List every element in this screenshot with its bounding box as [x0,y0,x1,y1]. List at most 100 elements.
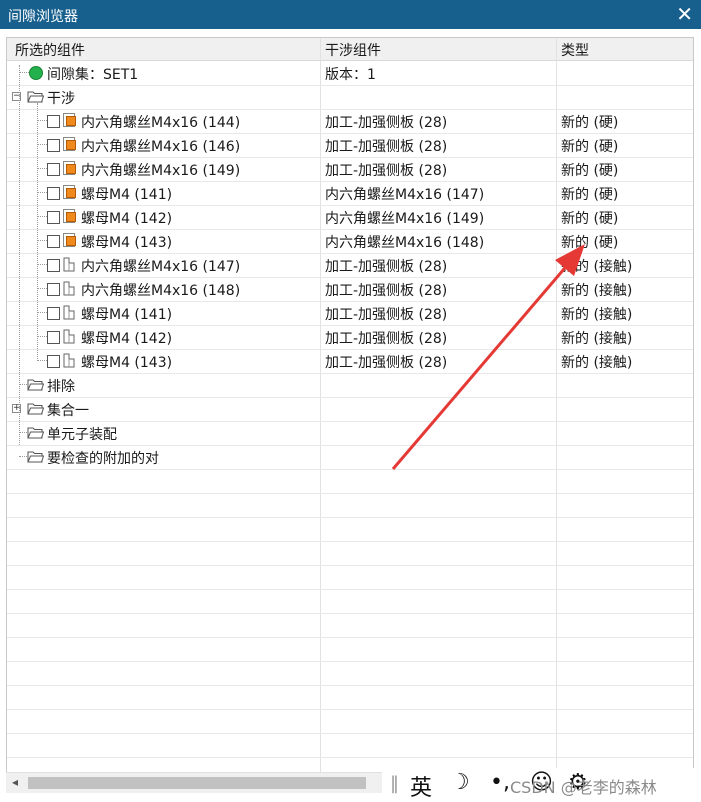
tree-row[interactable]: − 干涉 [7,85,693,110]
tree-row[interactable]: 单元子装配 [7,421,693,446]
interfering-component: 版本：1 [325,67,376,83]
interference-type: 新的 (接触) [561,259,633,275]
ime-language-toggle[interactable]: 英 [410,770,432,802]
interfering-component: 加工-加强侧板 (28) [325,355,448,371]
interfering-component: 内六角螺丝M4x16 (147) [325,187,485,203]
component-name: 螺母M4 (142) [81,331,173,347]
row-checkbox[interactable] [47,163,60,176]
folder-icon [27,402,45,419]
folder-icon [27,426,45,443]
hard-interference-icon [63,113,76,127]
empty-row [7,613,693,638]
tree-connector [37,360,47,361]
row-checkbox[interactable] [47,115,60,128]
folder-label: 集合一 [47,403,89,419]
clearance-tree-table: 所选的组件 干涉组件 类型 间隙集：SET1 版本：1 − 干涉 内六角螺丝M4x16 … [6,37,694,779]
contact-interference-icon [63,281,75,296]
row-checkbox[interactable] [47,259,60,272]
row-checkbox[interactable] [47,283,60,296]
column-header-selected-component[interactable]: 所选的组件 [15,40,85,60]
tree-row[interactable]: 要检查的附加的对 [7,445,693,470]
interference-type: 新的 (硬) [561,163,619,179]
column-header-interfering-component[interactable]: 干涉组件 [325,40,381,60]
row-checkbox[interactable] [47,139,60,152]
tree-connector [37,144,47,145]
window-title: 间隙浏览器 [8,9,78,25]
tree-row[interactable]: + 集合一 [7,397,693,422]
empty-row [7,517,693,542]
tree-row[interactable]: 螺母M4 (143) 加工-加强侧板 (28) 新的 (接触) [7,349,693,374]
interfering-component: 加工-加强侧板 (28) [325,259,448,275]
hard-interference-icon [63,161,76,175]
component-name: 内六角螺丝M4x16 (149) [81,163,241,179]
scrollbar-thumb[interactable] [28,777,366,789]
component-name: 螺母M4 (141) [81,187,173,203]
tree-row[interactable]: 内六角螺丝M4x16 (149) 加工-加强侧板 (28) 新的 (硬) [7,157,693,182]
contact-interference-icon [63,329,75,344]
tree-connector [19,65,20,445]
folder-label: 要检查的附加的对 [47,451,159,467]
tree-connector [19,72,29,73]
scroll-left-icon[interactable]: ◂ [12,775,18,789]
tree-connector [19,432,27,433]
component-name: 螺母M4 (141) [81,307,173,323]
empty-row [7,493,693,518]
tree-row[interactable]: 螺母M4 (143) 内六角螺丝M4x16 (148) 新的 (硬) [7,229,693,254]
interfering-component: 内六角螺丝M4x16 (148) [325,235,485,251]
component-name: 螺母M4 (143) [81,235,173,251]
hard-interference-icon [63,233,76,247]
column-header-type[interactable]: 类型 [561,40,589,60]
interference-type: 新的 (硬) [561,187,619,203]
tree-connector [37,103,38,361]
tree-connector [37,336,47,337]
ime-divider: ‖ [390,773,399,794]
folder-label: 干涉 [47,91,75,107]
row-checkbox[interactable] [47,211,60,224]
folder-icon [27,378,45,395]
tree-connector [37,168,47,169]
tree-row[interactable]: 螺母M4 (142) 加工-加强侧板 (28) 新的 (接触) [7,325,693,350]
tree-row[interactable]: 排除 [7,373,693,398]
moon-icon[interactable]: ☽ [450,770,470,795]
interference-type: 新的 (接触) [561,307,633,323]
tree-connector [19,384,27,385]
empty-row [7,541,693,566]
clearance-set-icon [29,66,43,80]
tree-connector [37,240,47,241]
empty-row [7,709,693,734]
folder-icon [27,450,45,467]
empty-row [7,589,693,614]
tree-connector [19,456,27,457]
folder-label: 排除 [47,379,75,395]
tree-connector [37,312,47,313]
component-name: 内六角螺丝M4x16 (144) [81,115,241,131]
interference-type: 新的 (接触) [561,331,633,347]
row-checkbox[interactable] [47,307,60,320]
tree-row[interactable]: 螺母M4 (141) 加工-加强侧板 (28) 新的 (接触) [7,301,693,326]
row-checkbox[interactable] [47,355,60,368]
tree-row[interactable]: 内六角螺丝M4x16 (146) 加工-加强侧板 (28) 新的 (硬) [7,133,693,158]
close-icon[interactable]: ✕ [676,2,693,26]
interference-type: 新的 (硬) [561,115,619,131]
empty-row [7,685,693,710]
hard-interference-icon [63,209,76,223]
empty-row [7,637,693,662]
empty-row [7,661,693,686]
interfering-component: 加工-加强侧板 (28) [325,139,448,155]
interfering-component: 加工-加强侧板 (28) [325,283,448,299]
tree-row[interactable]: 内六角螺丝M4x16 (144) 加工-加强侧板 (28) 新的 (硬) [7,109,693,134]
punctuation-toggle[interactable]: •, [490,770,510,795]
empty-row [7,733,693,758]
tree-row[interactable]: 内六角螺丝M4x16 (148) 加工-加强侧板 (28) 新的 (接触) [7,277,693,302]
tree-row[interactable]: 螺母M4 (141) 内六角螺丝M4x16 (147) 新的 (硬) [7,181,693,206]
window-titlebar: 间隙浏览器 ✕ [0,0,701,29]
tree-row[interactable]: 间隙集：SET1 版本：1 [7,61,693,86]
tree-row[interactable]: 内六角螺丝M4x16 (147) 加工-加强侧板 (28) 新的 (接触) [7,253,693,278]
hard-interference-icon [63,185,76,199]
row-checkbox[interactable] [47,235,60,248]
interfering-component: 内六角螺丝M4x16 (149) [325,211,485,227]
tree-connector [37,288,47,289]
row-checkbox[interactable] [47,187,60,200]
row-checkbox[interactable] [47,331,60,344]
tree-row[interactable]: 螺母M4 (142) 内六角螺丝M4x16 (149) 新的 (硬) [7,205,693,230]
